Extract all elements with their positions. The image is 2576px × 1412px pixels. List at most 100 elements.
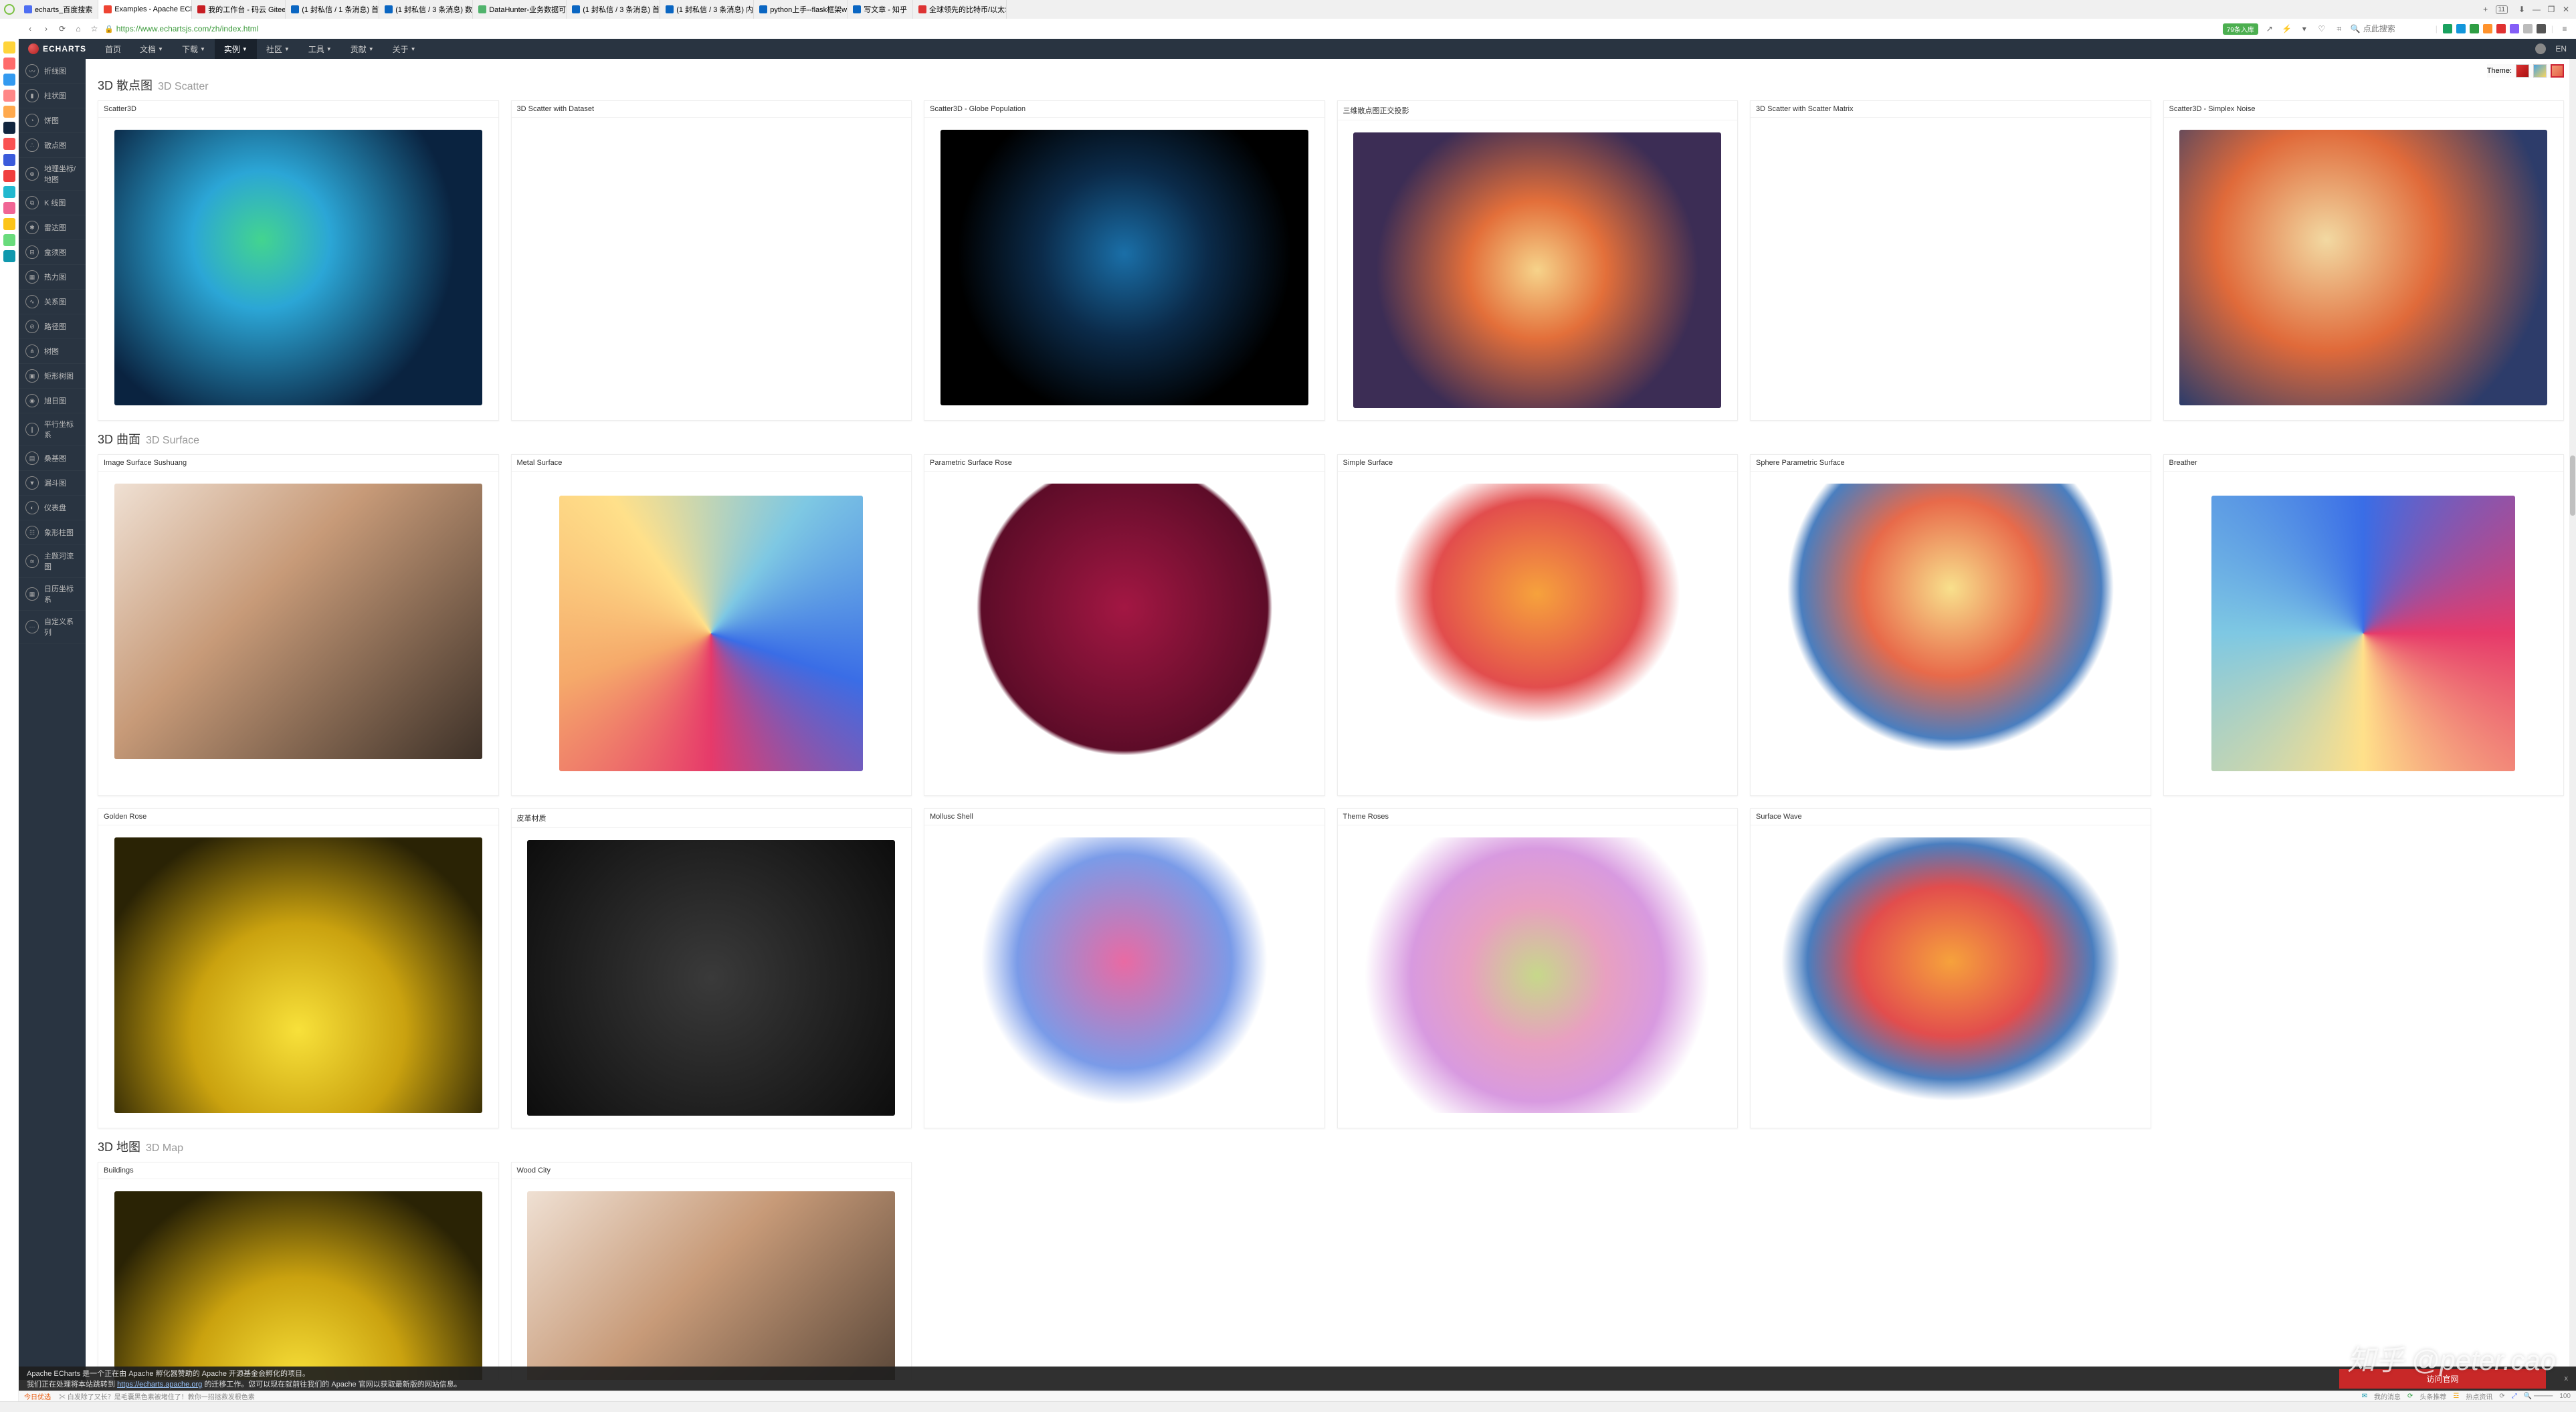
os-app-icon[interactable]: [3, 170, 15, 182]
os-app-icon[interactable]: [3, 186, 15, 198]
os-app-icon[interactable]: [3, 154, 15, 166]
example-card[interactable]: 三维散点图正交投影: [1337, 100, 1739, 421]
sidebar-chart-type[interactable]: ⊟盒须图: [19, 240, 86, 265]
hot-news[interactable]: 热点资讯: [2466, 1391, 2492, 1401]
window-min-button[interactable]: —: [2532, 5, 2541, 14]
my-messages[interactable]: 我的消息: [2374, 1391, 2401, 1401]
nav-menu-item[interactable]: 贡献▼: [341, 39, 383, 59]
example-card[interactable]: Simple Surface: [1337, 454, 1739, 796]
sidebar-chart-type[interactable]: ≋主题河流图: [19, 545, 86, 578]
theme-vintage[interactable]: [2551, 64, 2564, 78]
nav-menu-item[interactable]: 工具▼: [299, 39, 341, 59]
lang-toggle[interactable]: EN: [2555, 44, 2567, 54]
search-input[interactable]: [2363, 24, 2430, 33]
sidebar-chart-type[interactable]: ⊘路径图: [19, 314, 86, 339]
new-tab-button[interactable]: +: [2481, 5, 2490, 14]
bolt-icon[interactable]: ⚡: [2281, 23, 2293, 35]
os-app-icon[interactable]: [3, 74, 15, 86]
os-app-icon[interactable]: [3, 58, 15, 70]
nav-forward-button[interactable]: ›: [40, 23, 52, 35]
extension-icon[interactable]: [2443, 24, 2452, 33]
share-icon[interactable]: ↗: [2264, 23, 2276, 35]
sidebar-chart-type[interactable]: 〰折线图: [19, 59, 86, 84]
example-card[interactable]: Buildings: [98, 1162, 499, 1380]
os-app-icon[interactable]: [3, 90, 15, 102]
scroll-thumb[interactable]: [2570, 456, 2575, 516]
example-card[interactable]: 3D Scatter with Dataset: [511, 100, 912, 421]
download-icon[interactable]: ⬇: [2517, 5, 2527, 14]
example-card[interactable]: Surface Wave: [1750, 808, 2151, 1128]
window-max-button[interactable]: ❐: [2547, 5, 2556, 14]
nav-menu-item[interactable]: 关于▼: [383, 39, 425, 59]
extension-icon[interactable]: [2483, 24, 2492, 33]
nav-home-button[interactable]: ⌂: [72, 23, 84, 35]
notice-close-button[interactable]: x: [2565, 1375, 2569, 1383]
echarts-logo[interactable]: ECHARTS: [19, 43, 96, 54]
sidebar-chart-type[interactable]: ◐仪表盘: [19, 496, 86, 520]
example-card[interactable]: Sphere Parametric Surface: [1750, 454, 2151, 796]
refresh-icon[interactable]: ⟳: [2499, 1393, 2504, 1400]
browser-tab[interactable]: python上手--flask框架we…: [754, 0, 848, 19]
sidebar-chart-type[interactable]: ▦日历坐标系: [19, 578, 86, 611]
sidebar-chart-type[interactable]: ⧉K 线图: [19, 191, 86, 215]
example-card[interactable]: Mollusc Shell: [924, 808, 1325, 1128]
example-card[interactable]: Scatter3D - Globe Population: [924, 100, 1325, 421]
example-card[interactable]: Image Surface Sushuang: [98, 454, 499, 796]
example-card[interactable]: Wood City: [511, 1162, 912, 1380]
sidebar-chart-type[interactable]: ⊕地理坐标/地图: [19, 158, 86, 191]
browser-tab[interactable]: (1 封私信 / 1 条消息) 首页…: [286, 0, 379, 19]
theme-light[interactable]: [2533, 64, 2547, 78]
browser-tab[interactable]: Examples - Apache ECha…: [98, 0, 192, 19]
sidebar-chart-type[interactable]: ▤桑基图: [19, 446, 86, 471]
nav-menu-item[interactable]: 首页: [96, 39, 130, 59]
url-box[interactable]: 🔒 https://www.echartsjs.com/zh/index.htm…: [104, 24, 2219, 33]
extension-icon[interactable]: [2537, 24, 2546, 33]
browser-tab[interactable]: 全球领先的比特币/以太坊/…: [913, 0, 1007, 19]
os-app-icon[interactable]: [3, 250, 15, 262]
sidebar-chart-type[interactable]: ∴散点图: [19, 133, 86, 158]
sidebar-chart-type[interactable]: ▮柱状图: [19, 84, 86, 108]
browser-tab[interactable]: 写文章 - 知乎: [848, 0, 913, 19]
example-card[interactable]: 皮革材质: [511, 808, 912, 1128]
collect-badge[interactable]: 79条入库: [2223, 23, 2258, 35]
browser-tab[interactable]: DataHunter-业务数据可视…: [473, 0, 567, 19]
nav-reload-button[interactable]: ⟳: [56, 23, 68, 35]
heart-icon[interactable]: ♡: [2316, 23, 2328, 35]
search-box[interactable]: 🔍: [2351, 24, 2430, 33]
example-card[interactable]: Breather: [2163, 454, 2565, 796]
sidebar-chart-type[interactable]: ▣矩形树图: [19, 364, 86, 389]
sidebar-chart-type[interactable]: ☷象形柱图: [19, 520, 86, 545]
example-card[interactable]: Metal Surface: [511, 454, 912, 796]
sidebar-chart-type[interactable]: ∥平行坐标系: [19, 413, 86, 446]
dropdown-icon[interactable]: ▾: [2298, 23, 2310, 35]
example-card[interactable]: Golden Rose: [98, 808, 499, 1128]
notice-link[interactable]: https://echarts.apache.org: [117, 1381, 202, 1389]
example-card[interactable]: Scatter3D: [98, 100, 499, 421]
sidebar-chart-type[interactable]: ◉旭日图: [19, 389, 86, 413]
browser-tab[interactable]: (1 封私信 / 3 条消息) 内容…: [660, 0, 754, 19]
sidebar-chart-type[interactable]: ⋯自定义系列: [19, 611, 86, 643]
scrollbar[interactable]: [2569, 59, 2576, 1380]
window-close-button[interactable]: ✕: [2561, 5, 2571, 14]
browser-tab[interactable]: echarts_百度搜索: [19, 0, 98, 19]
extension-icon[interactable]: [2470, 24, 2479, 33]
os-app-icon[interactable]: [3, 122, 15, 134]
nav-menu-item[interactable]: 文档▼: [130, 39, 173, 59]
extension-icon[interactable]: [2496, 24, 2506, 33]
theme-dark[interactable]: [2516, 64, 2529, 78]
extension-icon[interactable]: [2456, 24, 2466, 33]
sidebar-chart-type[interactable]: ⋔树图: [19, 339, 86, 364]
scan-icon[interactable]: ⌗: [2333, 23, 2345, 35]
headlines[interactable]: 头条推荐: [2419, 1391, 2446, 1401]
nav-menu-item[interactable]: 社区▼: [257, 39, 299, 59]
os-app-icon[interactable]: [3, 202, 15, 214]
menu-icon[interactable]: ≡: [2559, 23, 2571, 35]
os-app-icon[interactable]: [3, 106, 15, 118]
example-card[interactable]: 3D Scatter with Scatter Matrix: [1750, 100, 2151, 421]
os-app-icon[interactable]: [3, 234, 15, 246]
tab-count[interactable]: 11: [2496, 5, 2508, 14]
nav-menu-item[interactable]: 下载▼: [173, 39, 215, 59]
example-card[interactable]: Parametric Surface Rose: [924, 454, 1325, 796]
sidebar-chart-type[interactable]: ▼漏斗图: [19, 471, 86, 496]
today-pick[interactable]: 今日优选: [24, 1391, 51, 1401]
